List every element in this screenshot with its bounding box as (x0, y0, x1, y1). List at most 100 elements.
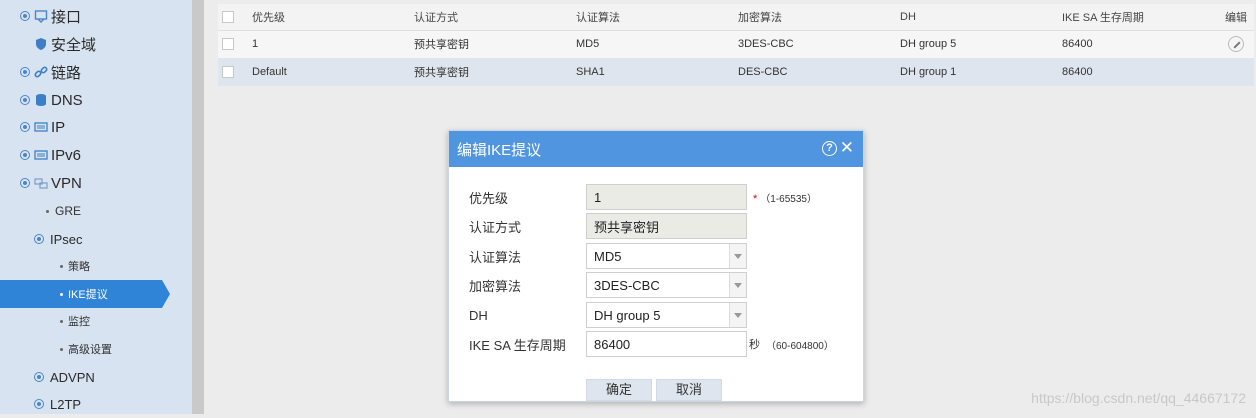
watermark: https://blog.csdn.net/qq_44667172 (1031, 390, 1246, 406)
sidebar-item-dns[interactable]: DNS (0, 86, 192, 114)
vpn-icon (34, 178, 48, 189)
expand-icon[interactable] (34, 372, 44, 382)
table-row[interactable]: 1 预共享密钥 MD5 3DES-CBC DH group 5 86400 (218, 30, 1254, 58)
sidebar-item-monitor[interactable]: 监控 (0, 307, 192, 335)
column-header-dh[interactable]: DH (896, 4, 1058, 31)
encryption-value: 3DES-CBC (594, 277, 660, 293)
expand-icon[interactable] (20, 11, 30, 21)
cell-encryption: DES-CBC (734, 58, 896, 86)
ike-proposal-table: 优先级 认证方式 认证算法 加密算法 DH IKE SA 生存周期 编辑 1 预… (218, 4, 1254, 86)
sidebar-item-label: IPsec (50, 231, 83, 247)
row-checkbox[interactable] (222, 66, 234, 79)
sidebar-item-label: 高级设置 (68, 344, 112, 356)
select-all-checkbox[interactable] (222, 10, 234, 23)
ok-button[interactable]: 确定 (586, 379, 652, 401)
cell-auth-method: 预共享密钥 (410, 30, 572, 58)
expand-icon[interactable] (20, 122, 30, 132)
auth-method-label: 认证方式 (469, 219, 522, 235)
shield-icon (36, 38, 46, 50)
sidebar-item-label: 策略 (68, 261, 90, 273)
dialog-title: 编辑IKE提议 (457, 141, 542, 159)
select-all-cell (218, 4, 248, 31)
lifetime-input[interactable]: 86400 (586, 331, 747, 357)
encryption-select[interactable]: 3DES-CBC (586, 272, 747, 298)
sidebar-item-advpn[interactable]: ADVPN (0, 363, 192, 391)
form-row-dh: DH DH group 5 (469, 301, 747, 329)
dialog-header[interactable]: 编辑IKE提议 ? ✕ (449, 131, 863, 167)
cancel-button[interactable]: 取消 (656, 379, 722, 401)
auth-algorithm-value: MD5 (594, 248, 622, 264)
close-icon[interactable]: ✕ (840, 139, 854, 156)
cell-dh: DH group 5 (896, 30, 1058, 58)
sidebar-item-security-zone[interactable]: 安全域 (0, 30, 192, 58)
column-header-auth-method[interactable]: 认证方式 (410, 4, 572, 31)
form-row-encryption: 加密算法 3DES-CBC (469, 271, 747, 299)
priority-field[interactable]: 1 (586, 184, 747, 210)
bullet-icon (46, 209, 49, 213)
expand-icon[interactable] (20, 150, 30, 160)
column-header-edit: 编辑 (1218, 4, 1254, 31)
sidebar-item-policy[interactable]: 策略 (0, 252, 192, 280)
sidebar-item-label: DNS (51, 91, 83, 109)
cell-auth-algorithm: MD5 (572, 30, 734, 58)
sidebar-item-advanced[interactable]: 高级设置 (0, 335, 192, 363)
sidebar-item-ike-proposal[interactable]: IKE提议 (0, 280, 162, 308)
sidebar-item-label: IKE提议 (68, 289, 108, 301)
sidebar-item-label: 接口 (51, 8, 82, 26)
auth-method-value: 预共享密钥 (594, 219, 660, 235)
expand-icon[interactable] (34, 399, 44, 409)
column-header-priority[interactable]: 优先级 (248, 4, 410, 31)
sidebar-item-link[interactable]: 链路 (0, 58, 192, 86)
sidebar-item-vpn[interactable]: VPN (0, 169, 192, 197)
lifetime-unit: 秒 (749, 339, 760, 351)
database-icon (36, 94, 46, 106)
table-row[interactable]: Default 预共享密钥 SHA1 DES-CBC DH group 1 86… (218, 58, 1254, 86)
cell-priority: Default (248, 58, 410, 86)
row-checkbox[interactable] (222, 38, 234, 51)
sidebar-item-gre[interactable]: GRE (0, 197, 192, 225)
sidebar-item-ip[interactable]: IP (0, 113, 192, 141)
form-row-lifetime: IKE SA 生存周期 86400 秒 （60-604800） (469, 330, 834, 358)
sidebar-item-label: ADVPN (50, 369, 95, 385)
bullet-icon (60, 264, 63, 268)
interface-icon (34, 10, 48, 23)
edit-icon[interactable] (1228, 36, 1244, 53)
chevron-down-icon[interactable] (729, 303, 746, 327)
expand-icon[interactable] (34, 234, 44, 244)
sidebar-item-ipv6[interactable]: IPv6 (0, 141, 192, 169)
sidebar-scrollbar[interactable] (192, 0, 204, 414)
sidebar-item-ipsec[interactable]: IPsec (0, 225, 192, 253)
dh-select[interactable]: DH group 5 (586, 302, 747, 328)
cell-auth-algorithm: SHA1 (572, 58, 734, 86)
dh-label: DH (469, 307, 488, 323)
form-row-priority: 优先级 1 * （1-65535） (469, 183, 817, 211)
bullet-icon (60, 292, 63, 296)
table-header-row: 优先级 认证方式 认证算法 加密算法 DH IKE SA 生存周期 编辑 (218, 4, 1254, 31)
expand-icon[interactable] (20, 95, 30, 105)
lifetime-hint: （60-604800） (766, 340, 834, 352)
help-icon[interactable]: ? (822, 141, 837, 156)
encryption-label: 加密算法 (469, 278, 522, 294)
edit-ike-proposal-dialog: 编辑IKE提议 ? ✕ 优先级 1 * （1-65535） 认证方式 预共享密钥 … (448, 130, 864, 402)
sidebar: 接口 安全域 链路 DNS IP IPv6 VPN GRE IPsec 策略 I… (0, 0, 192, 414)
sidebar-item-label: 链路 (51, 64, 82, 82)
expand-icon[interactable] (20, 67, 30, 77)
chevron-down-icon[interactable] (729, 244, 746, 268)
column-header-lifetime[interactable]: IKE SA 生存周期 (1058, 4, 1218, 31)
auth-algorithm-select[interactable]: MD5 (586, 243, 747, 269)
column-header-auth-algorithm[interactable]: 认证算法 (572, 4, 734, 31)
network-card-icon (34, 150, 48, 160)
sidebar-item-interface[interactable]: 接口 (0, 2, 192, 30)
column-header-encryption[interactable]: 加密算法 (734, 4, 896, 31)
lifetime-label: IKE SA 生存周期 (469, 337, 566, 353)
required-mark: * (753, 192, 758, 205)
auth-method-field[interactable]: 预共享密钥 (586, 213, 747, 239)
form-row-auth-algorithm: 认证算法 MD5 (469, 242, 747, 270)
cell-lifetime: 86400 (1058, 30, 1218, 58)
expand-icon[interactable] (20, 178, 30, 188)
priority-label: 优先级 (469, 190, 509, 206)
chevron-down-icon[interactable] (729, 273, 746, 297)
cell-lifetime: 86400 (1058, 58, 1218, 86)
cell-encryption: 3DES-CBC (734, 30, 896, 58)
dh-value: DH group 5 (594, 307, 661, 323)
